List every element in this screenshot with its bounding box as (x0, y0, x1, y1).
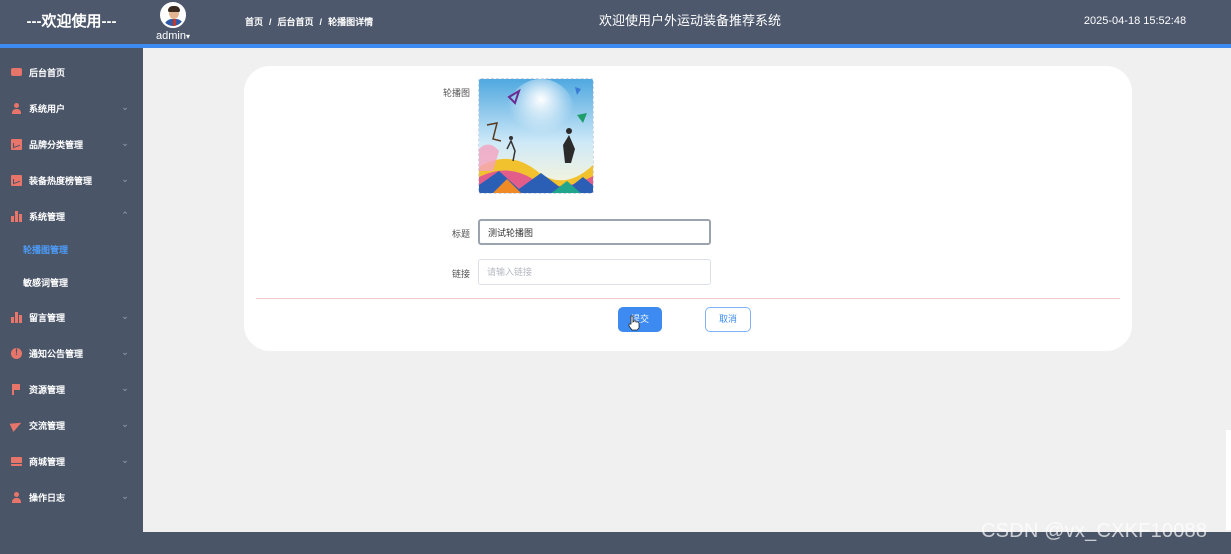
sidebar-item-brand-category[interactable]: 品牌分类管理 ⌄ (0, 126, 143, 162)
send-icon (11, 420, 22, 431)
submit-button[interactable]: 提交 (618, 307, 662, 332)
hand-cursor-icon (628, 315, 640, 331)
sidebar-item-messages[interactable]: 留言管理 ⌄ (0, 299, 143, 335)
system-title: 欢迎使用户外运动装备推荐系统 (598, 13, 781, 28)
chevron-down-icon: ⌄ (121, 311, 129, 321)
flag-icon (11, 383, 22, 395)
sidebar-item-communication[interactable]: 交流管理 ⌄ (0, 407, 143, 443)
form-divider (256, 298, 1120, 299)
chart-icon (11, 174, 22, 186)
carousel-image-picture (479, 79, 593, 193)
page-scrollbar[interactable] (1226, 430, 1231, 530)
welcome-text: ---欢迎使用--- (26, 13, 117, 30)
watermark-text: CSDN @vx_CXKF10088 (981, 520, 1208, 542)
monitor-icon (11, 68, 22, 76)
user-icon (11, 491, 22, 503)
sidebar-subitem-sensitive-words[interactable]: 敏感词管理 (0, 267, 143, 299)
breadcrumb: 首页 / 后台首页 / 轮播图详情 (245, 17, 374, 27)
cancel-button[interactable]: 取消 (705, 307, 751, 332)
carousel-detail-form: 轮播图 标题 测试轮播图 链接 请输入链接 提交 取消 (244, 66, 1132, 351)
datetime-display: 2025-04-18 15:52:48 (1083, 15, 1187, 27)
bar-chart-icon (11, 210, 22, 222)
chevron-down-icon: ⌄ (121, 383, 129, 393)
chevron-down-icon[interactable]: ▾ (186, 32, 190, 41)
username[interactable]: admin (156, 30, 186, 42)
sidebar-item-equipment-ranking[interactable]: 装备热度榜管理 ⌄ (0, 162, 143, 198)
alert-icon (11, 347, 22, 359)
main-content: 轮播图 标题 测试轮播图 链接 请输入链接 提交 取消 (143, 48, 1231, 532)
chevron-down-icon: ⌄ (121, 102, 129, 112)
top-header: ---欢迎使用--- admin▾ 首页 / 后台首页 / 轮播图详情 欢迎使用户外运动… (0, 0, 1231, 44)
sidebar-item-operation-log[interactable]: 操作日志 ⌄ (0, 479, 143, 515)
breadcrumb-dashboard[interactable]: 后台首页 (278, 17, 314, 27)
sidebar-item-system-users[interactable]: 系统用户 ⌄ (0, 90, 143, 126)
chevron-down-icon: ⌄ (121, 347, 129, 357)
chevron-down-icon: ⌄ (121, 174, 129, 184)
breadcrumb-home[interactable]: 首页 (245, 17, 263, 27)
breadcrumb-current: 轮播图详情 (328, 17, 374, 27)
title-input[interactable] (478, 219, 711, 245)
chevron-down-icon: ⌄ (121, 138, 129, 148)
image-label: 轮播图 (442, 88, 470, 98)
sidebar-item-shop[interactable]: 商城管理 ⌄ (0, 443, 143, 479)
sidebar-item-resources[interactable]: 资源管理 ⌄ (0, 371, 143, 407)
link-input[interactable] (478, 259, 711, 285)
user-menu[interactable]: admin▾ (150, 2, 196, 44)
sidebar-item-dashboard[interactable]: 后台首页 (0, 54, 143, 90)
bar-chart-icon (11, 311, 22, 323)
sidebar-item-notices[interactable]: 通知公告管理 ⌄ (0, 335, 143, 371)
sidebar-subitem-carousel[interactable]: 轮播图管理 (0, 234, 143, 266)
sidebar-item-system-management[interactable]: 系统管理 ⌃ (0, 198, 143, 234)
sidebar: 后台首页 系统用户 ⌄ 品牌分类管理 ⌄ 装备热度榜管理 ⌄ 系统管理 ⌃ 轮播… (0, 48, 143, 554)
chevron-down-icon: ⌄ (121, 455, 129, 465)
chevron-up-icon: ⌃ (121, 210, 129, 220)
chart-icon (11, 138, 22, 150)
carousel-image[interactable] (478, 78, 594, 194)
user-icon (11, 102, 22, 114)
avatar[interactable] (160, 2, 186, 28)
chevron-down-icon: ⌄ (121, 419, 129, 429)
shop-icon (11, 456, 22, 466)
link-label: 链接 (451, 269, 470, 279)
chevron-down-icon: ⌄ (121, 491, 129, 501)
title-label: 标题 (451, 229, 470, 239)
